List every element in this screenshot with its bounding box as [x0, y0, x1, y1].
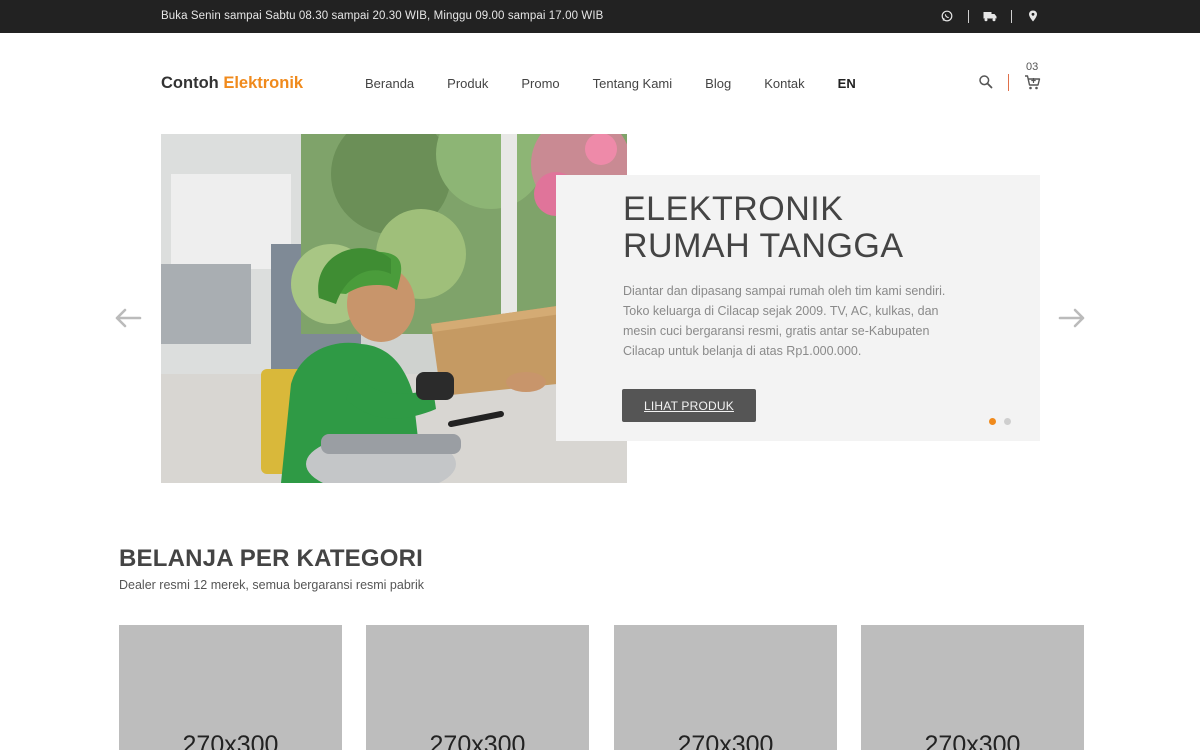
- slider-prev-arrow-icon[interactable]: [114, 307, 142, 329]
- search-icon[interactable]: [978, 74, 994, 90]
- site-logo[interactable]: Contoh Elektronik: [161, 74, 303, 93]
- main-nav: Beranda Produk Promo Tentang Kami Blog K…: [365, 76, 856, 91]
- header-divider: [1008, 74, 1009, 91]
- hero-title-line1: ELEKTRONIK: [623, 190, 844, 228]
- slider-dot-active[interactable]: [989, 418, 996, 425]
- nav-item-kontak[interactable]: Kontak: [764, 76, 804, 91]
- category-card[interactable]: 270x300: [614, 625, 837, 750]
- slider-dot[interactable]: [1004, 418, 1011, 425]
- top-bar: Buka Senin sampai Sabtu 08.30 sampai 20.…: [0, 0, 1200, 33]
- category-card[interactable]: 270x300: [119, 625, 342, 750]
- cart-count-badge: 03: [1026, 61, 1039, 73]
- category-card[interactable]: 270x300: [861, 625, 1084, 750]
- topbar-icons: [940, 9, 1040, 23]
- nav-item-blog[interactable]: Blog: [705, 76, 731, 91]
- section-title: BELANJA PER KATEGORI: [119, 545, 424, 572]
- whatsapp-icon[interactable]: [940, 9, 954, 23]
- topbar-divider: [968, 9, 969, 23]
- view-products-button[interactable]: LIHAT PRODUK: [622, 389, 756, 422]
- logo-accent: Elektronik: [223, 74, 304, 92]
- hero-description: Diantar dan dipasang sampai rumah oleh t…: [623, 284, 946, 358]
- location-pin-icon[interactable]: [1026, 9, 1040, 23]
- category-placeholder-label: 270x300: [429, 731, 526, 750]
- cart-icon[interactable]: [1024, 74, 1041, 91]
- category-card[interactable]: 270x300: [366, 625, 589, 750]
- hero-title-line2: RUMAH TANGGA: [623, 227, 904, 265]
- nav-item-promo[interactable]: Promo: [521, 76, 559, 91]
- category-placeholder-label: 270x300: [182, 731, 279, 750]
- opening-hours: Buka Senin sampai Sabtu 08.30 sampai 20.…: [161, 10, 604, 22]
- nav-item-tentang-kami[interactable]: Tentang Kami: [593, 76, 673, 91]
- logo-main: Contoh: [161, 74, 219, 92]
- section-subtitle: Dealer resmi 12 merek, semua bergaransi …: [119, 578, 424, 592]
- language-switch[interactable]: EN: [838, 76, 856, 91]
- hero-title: ELEKTRONIK RUMAH TANGGA: [623, 191, 904, 265]
- nav-item-beranda[interactable]: Beranda: [365, 76, 414, 91]
- topbar-divider: [1011, 9, 1012, 23]
- category-placeholder-label: 270x300: [924, 731, 1021, 750]
- truck-icon[interactable]: [983, 9, 997, 23]
- nav-item-produk[interactable]: Produk: [447, 76, 488, 91]
- category-placeholder-label: 270x300: [677, 731, 774, 750]
- slider-next-arrow-icon[interactable]: [1058, 307, 1086, 329]
